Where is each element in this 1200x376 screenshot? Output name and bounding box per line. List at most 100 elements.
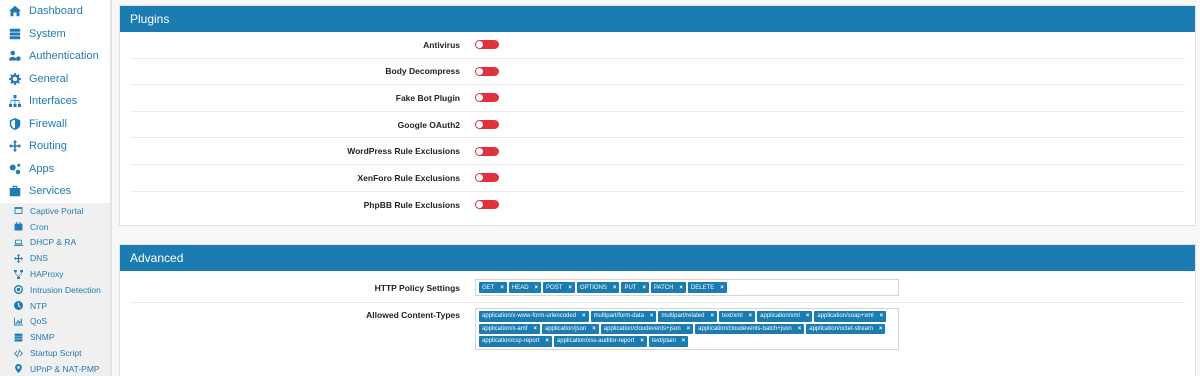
remove-tag-icon[interactable]: × bbox=[640, 338, 644, 344]
services-item-snmp[interactable]: SNMP bbox=[0, 329, 110, 345]
plugin-row-google-oauth2: Google OAuth2 bbox=[130, 112, 1185, 139]
tag-label: application/csp-report bbox=[482, 338, 540, 345]
plugin-label: Antivirus bbox=[423, 39, 460, 50]
sidebar-item-dashboard[interactable]: Dashboard bbox=[0, 0, 110, 23]
sidebar-item-routing[interactable]: Routing bbox=[0, 135, 110, 158]
remove-tag-icon[interactable]: × bbox=[806, 313, 810, 319]
remove-tag-icon[interactable]: × bbox=[710, 313, 714, 319]
services-item-label: QoS bbox=[30, 316, 48, 327]
sidebar-item-label: Dashboard bbox=[29, 5, 83, 18]
sidebar-item-system[interactable]: System bbox=[0, 23, 110, 46]
plugin-toggle-body-decompress[interactable] bbox=[475, 66, 499, 76]
services-item-label: NTP bbox=[30, 300, 47, 311]
code-icon bbox=[13, 348, 23, 358]
http-policy-label: HTTP Policy Settings bbox=[374, 282, 460, 293]
tag-label: multipart/related bbox=[661, 313, 705, 320]
content-types-tag-input[interactable]: application/x-www-form-urlencoded × multip… bbox=[475, 308, 899, 350]
services-item-label: Captive Portal bbox=[30, 205, 84, 216]
content-type-tag: application/x-amf × bbox=[479, 323, 540, 334]
remove-tag-icon[interactable]: × bbox=[879, 326, 883, 332]
services-item-dhcp-and-ra[interactable]: DHCP & RA bbox=[0, 235, 110, 251]
content-type-tag: application/cloudevents+json × bbox=[600, 323, 694, 334]
plugins-panel-title: Plugins bbox=[120, 6, 1195, 32]
remove-tag-icon[interactable]: × bbox=[679, 285, 683, 291]
services-item-qos[interactable]: QoS bbox=[0, 314, 110, 330]
http-method-tag: DELETE × bbox=[687, 282, 727, 293]
services-item-cron[interactable]: Cron bbox=[0, 219, 110, 235]
http-method-tag: PUT × bbox=[621, 282, 649, 293]
content-type-tag: application/cloudevents-batch+json × bbox=[695, 323, 805, 334]
http-policy-tag-input[interactable]: GET × HEAD × POST × OPTIONS × PUT × PATCH × DELETE × bbox=[475, 279, 899, 296]
remove-tag-icon[interactable]: × bbox=[720, 285, 724, 291]
content-type-tag: multipart/form-data × bbox=[590, 311, 657, 322]
sidebar-item-services[interactable]: Services bbox=[0, 180, 110, 203]
remove-tag-icon[interactable]: × bbox=[533, 326, 537, 332]
services-item-dns[interactable]: DNS bbox=[0, 250, 110, 266]
remove-tag-icon[interactable]: × bbox=[749, 313, 753, 319]
services-item-label: Intrusion Detection bbox=[30, 284, 101, 295]
plugin-row-body-decompress: Body Decompress bbox=[130, 59, 1185, 86]
tag-label: PATCH bbox=[653, 284, 674, 291]
laptop-icon bbox=[13, 237, 23, 247]
services-item-label: Startup Script bbox=[30, 348, 82, 359]
plugin-toggle-fake-bot-plugin[interactable] bbox=[475, 93, 499, 103]
sidebar-item-label: Routing bbox=[29, 140, 67, 153]
remove-tag-icon[interactable]: × bbox=[687, 326, 691, 332]
plugin-label: Google OAuth2 bbox=[397, 119, 460, 130]
services-item-label: DNS bbox=[30, 253, 48, 264]
tag-label: application/octet-stream bbox=[809, 325, 873, 332]
services-item-intrusion-detection[interactable]: Intrusion Detection bbox=[0, 282, 110, 298]
remove-tag-icon[interactable]: × bbox=[613, 285, 617, 291]
remove-tag-icon[interactable]: × bbox=[535, 285, 539, 291]
sidebar-item-authentication[interactable]: Authentication bbox=[0, 45, 110, 68]
remove-tag-icon[interactable]: × bbox=[682, 338, 686, 344]
remove-tag-icon[interactable]: × bbox=[798, 326, 802, 332]
tag-label: application/json bbox=[544, 325, 587, 332]
plugin-toggle-phpbb-rule-exclusions[interactable] bbox=[475, 200, 499, 210]
remove-tag-icon[interactable]: × bbox=[592, 326, 596, 332]
sidebar-item-label: Authentication bbox=[29, 50, 99, 63]
sitemap-icon bbox=[13, 269, 23, 279]
advanced-panel: Advanced HTTP Policy Settings GET × HEAD × P… bbox=[119, 244, 1196, 376]
remove-tag-icon[interactable]: × bbox=[545, 338, 549, 344]
services-submenu: Captive Portal Cron DHCP & RA DNS HAProxy Int… bbox=[0, 203, 110, 376]
services-item-captive-portal[interactable]: Captive Portal bbox=[0, 203, 110, 219]
tag-label: application/cloudevents-batch+json bbox=[698, 325, 792, 332]
sidebar-item-label: Interfaces bbox=[29, 95, 78, 108]
services-item-ntp[interactable]: NTP bbox=[0, 298, 110, 314]
sidebar-item-general[interactable]: General bbox=[0, 68, 110, 91]
network-icon bbox=[8, 94, 22, 108]
plugin-toggle-xenforo-rule-exclusions[interactable] bbox=[475, 173, 499, 183]
sidebar-item-interfaces[interactable]: Interfaces bbox=[0, 90, 110, 113]
tag-label: HEAD bbox=[511, 284, 529, 291]
window-icon bbox=[13, 206, 23, 216]
content-type-tag: text/plain × bbox=[648, 336, 689, 347]
plugin-row-xenforo-rule-exclusions: XenForo Rule Exclusions bbox=[130, 165, 1185, 192]
remove-tag-icon[interactable]: × bbox=[880, 313, 884, 319]
tag-label: application/x-amf bbox=[482, 325, 528, 332]
content-type-tag: application/octet-stream × bbox=[806, 323, 886, 334]
users-cog-icon bbox=[8, 49, 22, 63]
sidebar-item-firewall[interactable]: Firewall bbox=[0, 113, 110, 136]
plugin-toggle-wordpress-rule-exclusions[interactable] bbox=[475, 146, 499, 156]
plugin-label: WordPress Rule Exclusions bbox=[347, 146, 460, 157]
sidebar-item-apps[interactable]: Apps bbox=[0, 158, 110, 181]
services-item-startup-script[interactable]: Startup Script bbox=[0, 345, 110, 361]
plugin-toggle-antivirus[interactable] bbox=[475, 40, 499, 50]
services-item-upnp-and-nat-pmp[interactable]: UPnP & NAT-PMP bbox=[0, 361, 110, 376]
remove-tag-icon[interactable]: × bbox=[582, 313, 586, 319]
content-type-tag: application/json × bbox=[541, 323, 599, 334]
tag-label: GET bbox=[482, 284, 495, 291]
remove-tag-icon[interactable]: × bbox=[500, 285, 504, 291]
services-item-haproxy[interactable]: HAProxy bbox=[0, 266, 110, 282]
http-method-tag: HEAD × bbox=[508, 282, 542, 293]
tag-label: text/xml bbox=[721, 313, 743, 320]
remove-tag-icon[interactable]: × bbox=[568, 285, 572, 291]
shield-icon bbox=[8, 117, 22, 131]
plugin-toggle-google-oauth2[interactable] bbox=[475, 120, 499, 130]
clock-icon bbox=[13, 301, 23, 311]
remove-tag-icon[interactable]: × bbox=[642, 285, 646, 291]
tag-label: OPTIONS bbox=[579, 284, 607, 291]
server-icon bbox=[8, 27, 22, 41]
remove-tag-icon[interactable]: × bbox=[650, 313, 654, 319]
